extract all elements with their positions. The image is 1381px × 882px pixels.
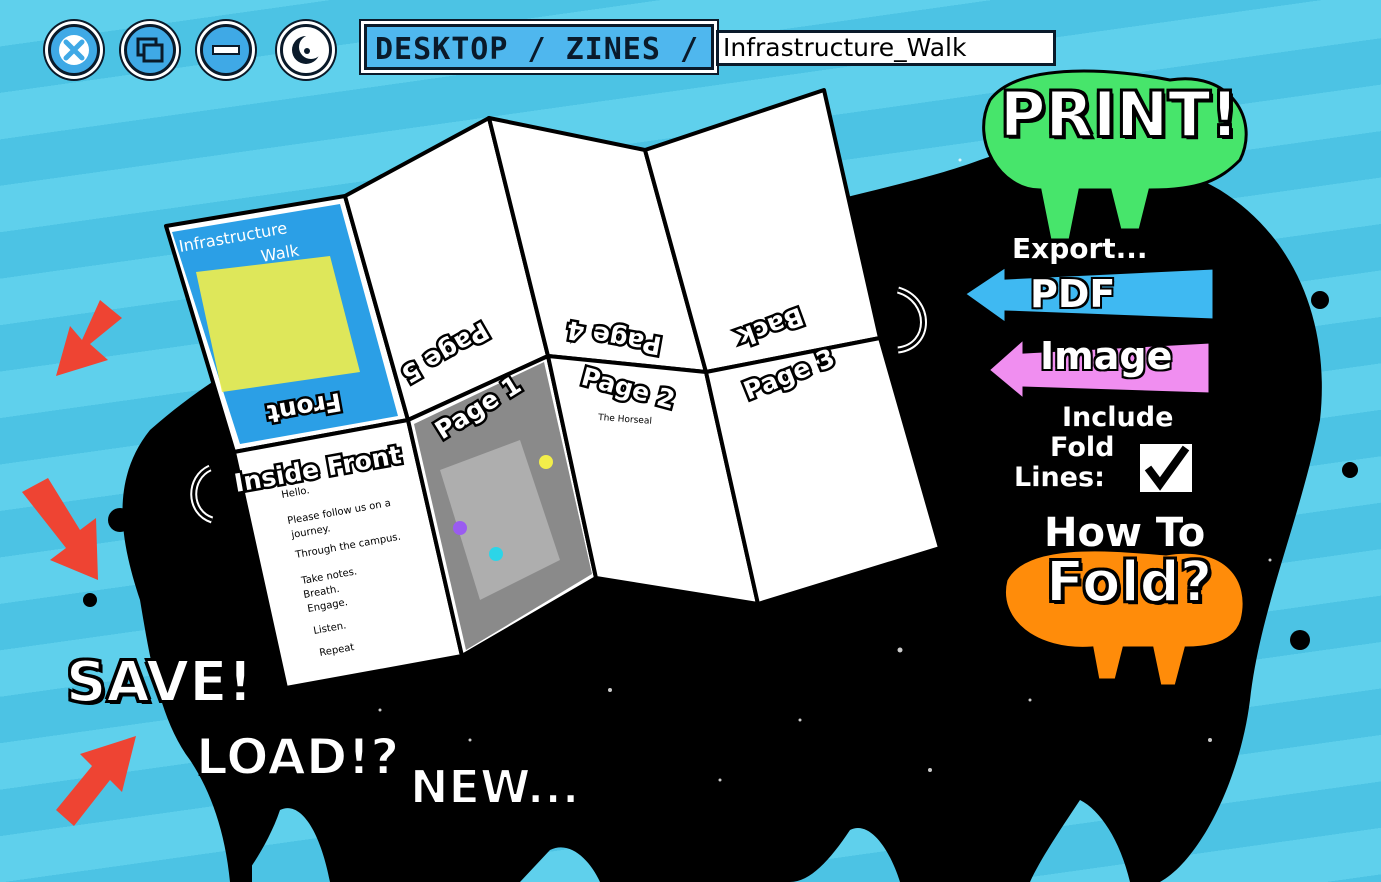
fold-lines-label-3: Lines: xyxy=(1014,462,1105,493)
red-arrow-icon xyxy=(56,736,136,826)
image-button[interactable]: Image xyxy=(1040,334,1172,378)
rotate-right-icon[interactable] xyxy=(896,286,927,354)
rotate-left-icon[interactable] xyxy=(190,464,214,524)
load-button[interactable]: LOAD!? xyxy=(195,727,400,787)
fold-lines-label-1: Include xyxy=(1062,402,1174,433)
red-arrow-icon xyxy=(56,300,122,376)
save-button[interactable]: SAVE! xyxy=(65,649,254,716)
print-button[interactable]: PRINT! xyxy=(999,77,1240,152)
fold-lines-label-2: Fold xyxy=(1050,432,1115,463)
checkmark-icon xyxy=(1144,445,1190,491)
export-label: Export... xyxy=(1012,232,1148,265)
fold-lines-checkbox[interactable] xyxy=(1136,440,1196,496)
pdf-button[interactable]: PDF xyxy=(1030,272,1115,316)
how-to-fold-button[interactable]: Fold? xyxy=(1045,549,1213,616)
red-arrow-icon xyxy=(22,478,98,580)
new-button[interactable]: NEW... xyxy=(409,759,580,815)
